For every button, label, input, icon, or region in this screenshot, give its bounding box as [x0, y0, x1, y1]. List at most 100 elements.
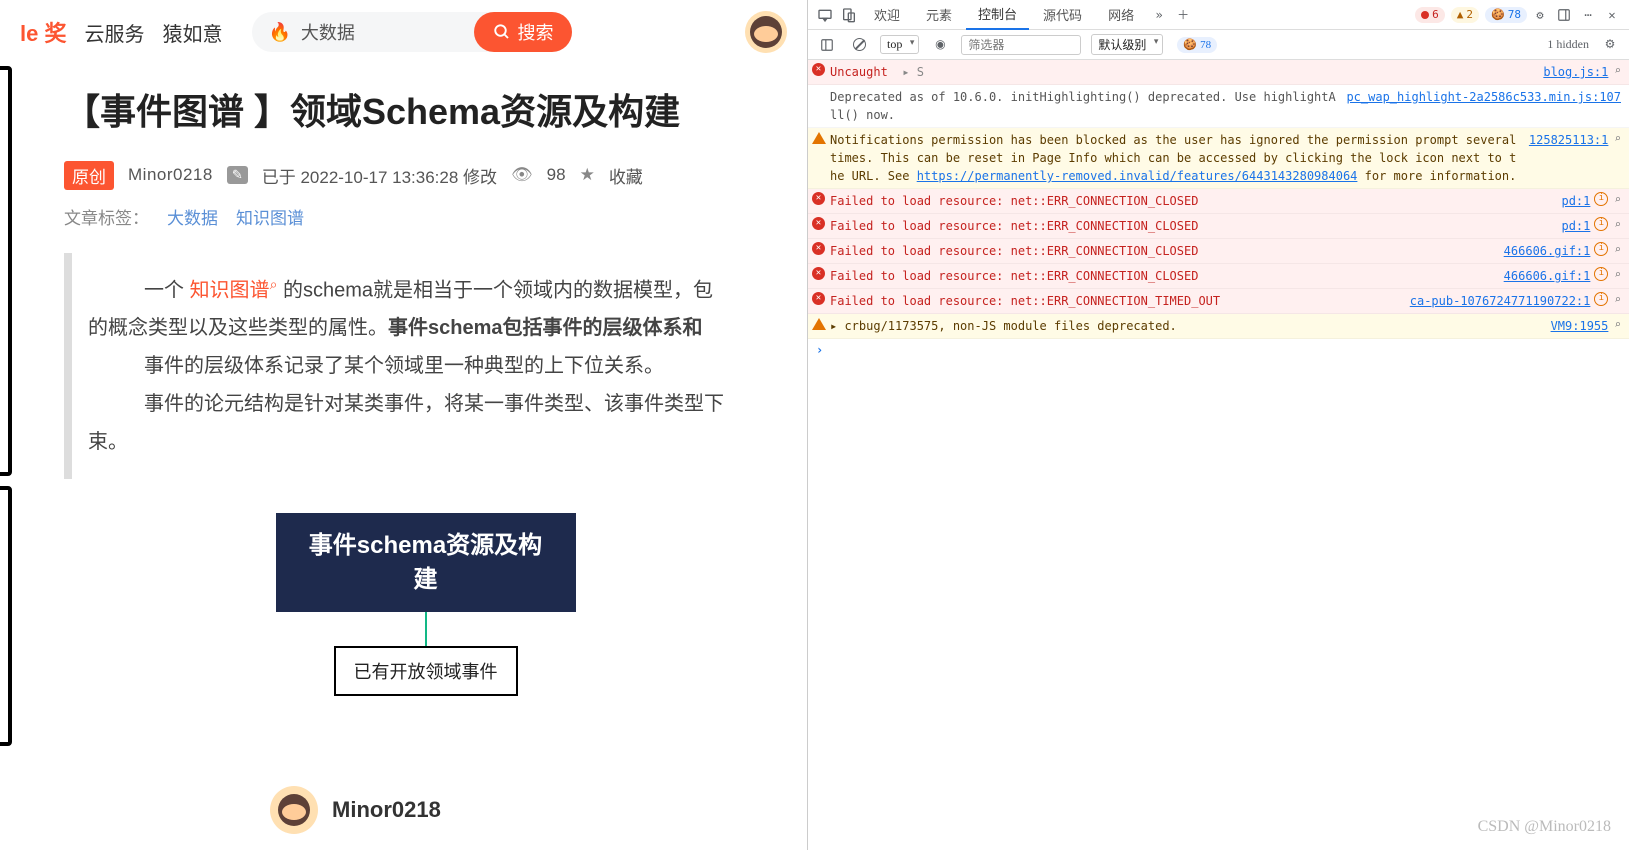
- console-row[interactable]: Deprecated as of 10.6.0. initHighlightin…: [808, 85, 1629, 128]
- lookup-icon[interactable]: ⌕: [1614, 267, 1621, 284]
- quote-text: 一个: [144, 279, 190, 301]
- console-row-error[interactable]: ✕Failed to load resource: net::ERR_CONNE…: [808, 189, 1629, 214]
- source-link[interactable]: pd:1: [1561, 217, 1590, 235]
- nav-cloud[interactable]: 云服务: [84, 18, 144, 47]
- edit-icon: ✎: [227, 166, 248, 184]
- close-icon[interactable]: ✕: [1601, 4, 1623, 26]
- lookup-icon[interactable]: ⌕: [1614, 242, 1621, 259]
- mindmap-child: 已有开放领域事件: [334, 646, 518, 696]
- console-row-warning[interactable]: Notifications permission has been blocke…: [808, 128, 1629, 189]
- warn-count-badge[interactable]: ▲ 2: [1451, 7, 1479, 23]
- user-avatar[interactable]: [745, 11, 787, 53]
- source-link[interactable]: 466606.gif:1: [1504, 242, 1591, 260]
- info-count-badge[interactable]: 🍪 78: [1485, 7, 1527, 23]
- dock-icon[interactable]: [1553, 4, 1575, 26]
- console-row-error[interactable]: ✕ Failed to load resource: net::ERR_CONNE…: [808, 289, 1629, 314]
- expand-arrow[interactable]: ▸ S: [902, 65, 924, 79]
- lookup-icon[interactable]: ⌕: [1614, 131, 1621, 148]
- console-prompt[interactable]: ›: [808, 339, 1629, 361]
- article-title: 【事件图谱 】领域Schema资源及构建: [64, 88, 787, 137]
- mindmap: 事件schema资源及构建 已有开放领域事件: [64, 513, 787, 696]
- quote-text: 的schema就是相当于一个领域内的数据模型，包: [277, 279, 713, 301]
- original-badge: 原创: [64, 161, 114, 190]
- tag-bigdata[interactable]: 大数据: [167, 204, 218, 229]
- author-watermark: Minor0218: [270, 786, 441, 834]
- info-icon[interactable]: i: [1594, 292, 1608, 306]
- info-icon[interactable]: i: [1594, 192, 1608, 206]
- source-link[interactable]: blog.js:1: [1543, 63, 1608, 81]
- source-link[interactable]: 125825113:1: [1529, 131, 1608, 149]
- kebab-icon[interactable]: ⋯: [1577, 4, 1599, 26]
- tag-kg[interactable]: 知识图谱: [236, 204, 304, 229]
- search-box[interactable]: 🔥 大数据 搜索: [252, 12, 572, 52]
- lookup-icon[interactable]: ⌕: [1614, 192, 1621, 209]
- info-icon[interactable]: i: [1594, 242, 1608, 256]
- tab-network[interactable]: 网络: [1096, 0, 1146, 30]
- author-link[interactable]: Minor0218: [128, 165, 213, 185]
- console-row-error[interactable]: ✕ Failed to load resource: net::ERR_CONNE…: [808, 239, 1629, 264]
- console-msg: Failed to load resource: net::ERR_CONNEC…: [830, 292, 1410, 310]
- lookup-icon[interactable]: ⌕: [1614, 292, 1621, 309]
- add-tab-icon[interactable]: ＋: [1172, 4, 1194, 26]
- more-tabs-icon[interactable]: »: [1148, 4, 1170, 26]
- context-selector[interactable]: top: [880, 35, 919, 54]
- console-body[interactable]: ✕ Uncaught ▸ S blog.js:1 ⌕ Deprecated as …: [808, 60, 1629, 850]
- external-link[interactable]: https://permanently-removed.invalid/feat…: [917, 169, 1358, 183]
- kg-link[interactable]: 知识图谱: [190, 279, 270, 301]
- live-expression-icon[interactable]: ◉: [929, 34, 951, 56]
- tab-console[interactable]: 控制台: [966, 0, 1029, 30]
- console-row-warning[interactable]: ▸ crbug/1173575, non-JS module files dep…: [808, 314, 1629, 339]
- search-button-label: 搜索: [517, 19, 553, 45]
- tab-elements[interactable]: 元素: [914, 0, 964, 30]
- console-row-error[interactable]: ✕ Uncaught ▸ S blog.js:1⌕: [808, 60, 1629, 85]
- console-msg: Uncaught: [830, 65, 888, 79]
- error-icon: ✕: [812, 267, 825, 280]
- lookup-icon[interactable]: ⌕: [1614, 217, 1621, 234]
- issues-badge[interactable]: 🍪 78: [1177, 37, 1217, 53]
- search-icon: [493, 23, 511, 41]
- star-icon: ★: [580, 165, 595, 185]
- filter-input[interactable]: [961, 35, 1081, 55]
- search-hint: 大数据: [301, 19, 475, 45]
- lookup-icon[interactable]: ⌕: [1614, 63, 1621, 80]
- console-row-error[interactable]: ✕Failed to load resource: net::ERR_CONNE…: [808, 214, 1629, 239]
- inspect-icon[interactable]: [814, 4, 836, 26]
- source-link[interactable]: VM9:1955: [1551, 317, 1609, 335]
- window-border-segment: [0, 66, 12, 476]
- settings-icon[interactable]: ⚙: [1529, 4, 1551, 26]
- quote-bold: 事件schema包括事件的层级体系和: [388, 317, 703, 339]
- site-header: le 奖 云服务 猿如意 🔥 大数据 搜索: [0, 0, 807, 64]
- console-msg: Failed to load resource: net::ERR_CONNEC…: [830, 217, 1561, 235]
- author-avatar-icon: [270, 786, 318, 834]
- console-settings-icon[interactable]: ⚙: [1599, 34, 1621, 56]
- info-icon[interactable]: i: [1594, 217, 1608, 231]
- info-icon[interactable]: i: [1594, 267, 1608, 281]
- logo-fragment[interactable]: le 奖: [20, 16, 66, 48]
- article-body: 【事件图谱 】领域Schema资源及构建 原创 Minor0218 ✎ 已于 2…: [0, 64, 807, 850]
- level-selector[interactable]: 默认级别: [1091, 34, 1163, 55]
- source-link[interactable]: ca-pub-1076724771190722:1: [1410, 292, 1591, 310]
- devtools-tabbar: 欢迎 元素 控制台 源代码 网络 » ＋ 6 ▲ 2 🍪 78 ⚙ ⋯ ✕: [808, 0, 1629, 30]
- lookup-icon[interactable]: ⌕: [1614, 317, 1621, 334]
- search-button[interactable]: 搜索: [474, 12, 572, 52]
- device-icon[interactable]: [838, 4, 860, 26]
- tab-welcome[interactable]: 欢迎: [862, 0, 912, 30]
- warning-icon: [812, 318, 826, 330]
- source-link[interactable]: pc_wap_highlight-2a2586c533.min.js:107: [1346, 88, 1621, 106]
- error-icon: ✕: [812, 242, 825, 255]
- fire-icon: 🔥: [268, 22, 290, 43]
- sidebar-toggle-icon[interactable]: [816, 34, 838, 56]
- console-row-error[interactable]: ✕Failed to load resource: net::ERR_CONNE…: [808, 264, 1629, 289]
- quote-text: 的概念类型以及这些类型的属性。: [88, 317, 388, 339]
- console-msg: Failed to load resource: net::ERR_CONNEC…: [830, 242, 1504, 260]
- tab-sources[interactable]: 源代码: [1031, 0, 1094, 30]
- clear-icon[interactable]: [848, 34, 870, 56]
- source-link[interactable]: 466606.gif:1: [1504, 267, 1591, 285]
- error-count-badge[interactable]: 6: [1415, 7, 1445, 23]
- error-icon: ✕: [812, 292, 825, 305]
- error-icon: ✕: [812, 192, 825, 205]
- collect-link[interactable]: 收藏: [609, 163, 643, 188]
- nav-yuanruyi[interactable]: 猿如意: [162, 18, 222, 47]
- source-link[interactable]: pd:1: [1561, 192, 1590, 210]
- article-meta: 原创 Minor0218 ✎ 已于 2022-10-17 13:36:28 修改…: [64, 161, 787, 190]
